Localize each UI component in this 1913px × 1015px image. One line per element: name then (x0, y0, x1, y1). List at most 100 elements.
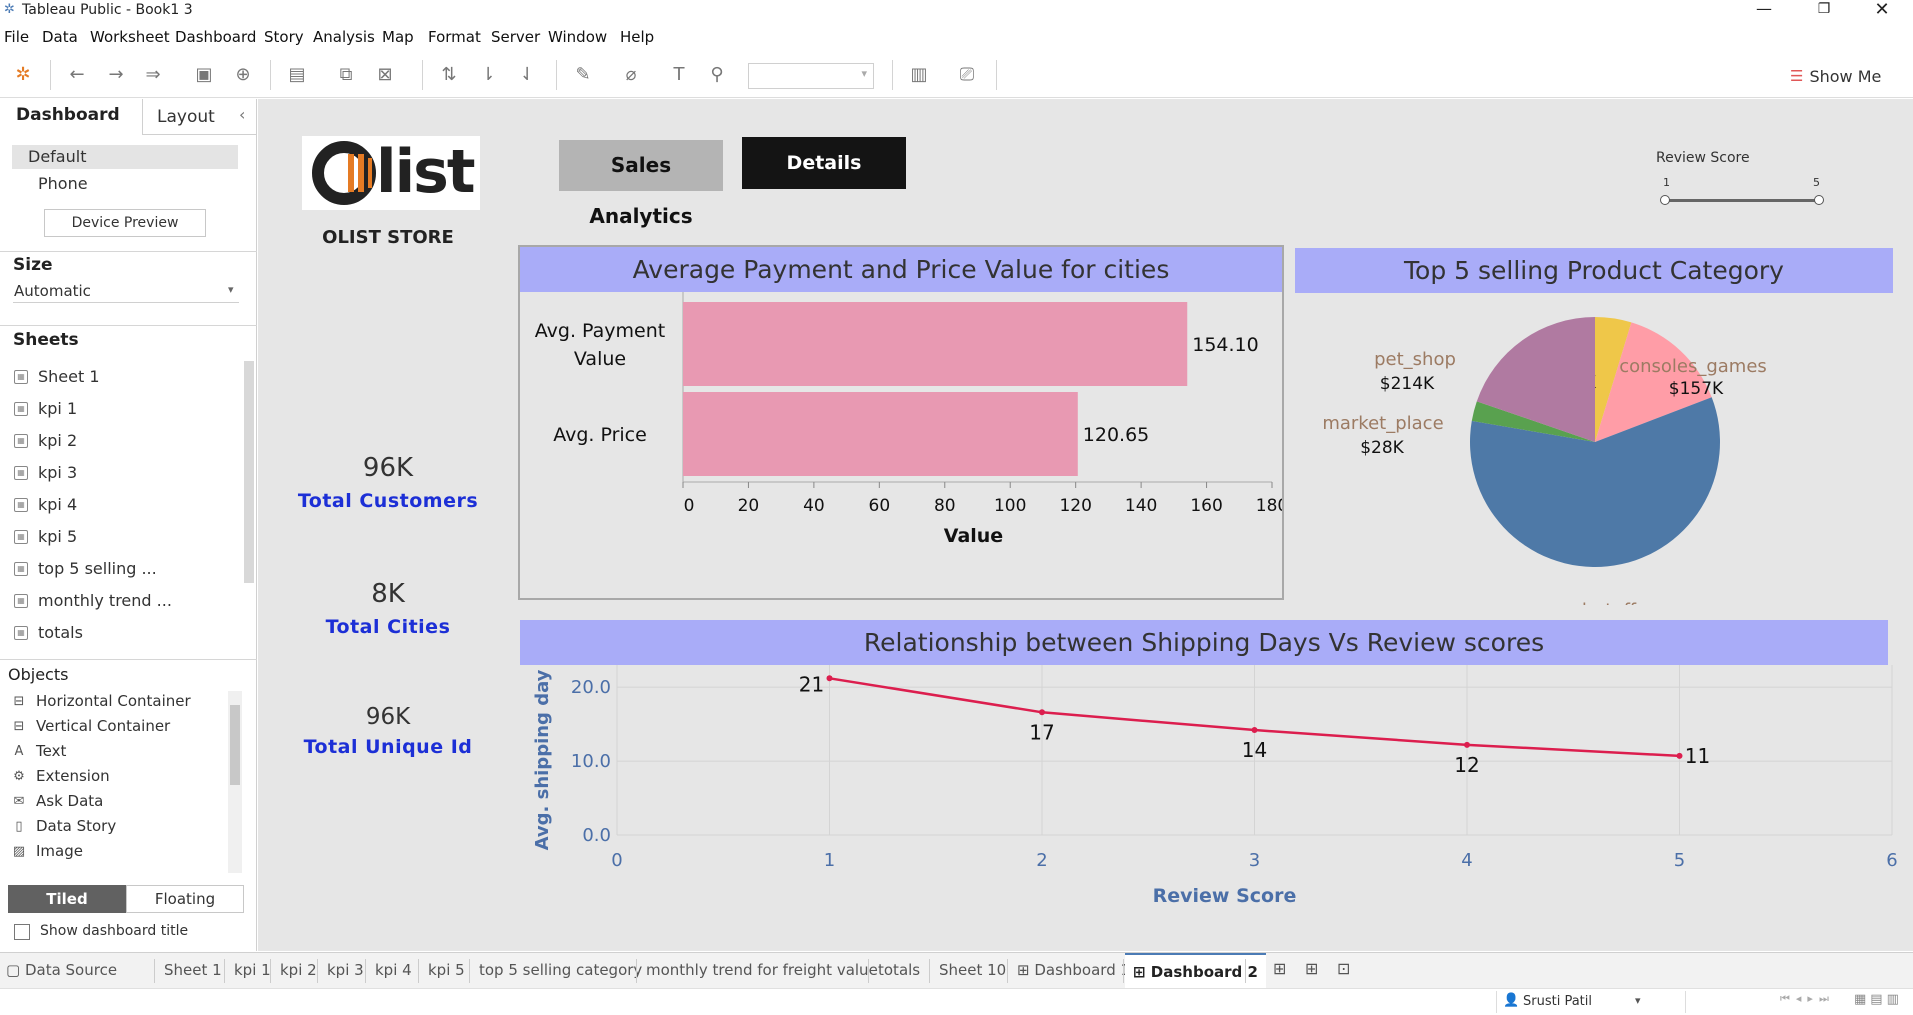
object-item[interactable]: ▨ Image (12, 842, 83, 860)
pin-icon[interactable]: ⚲ (704, 62, 730, 88)
restore-icon[interactable]: ❐ (1804, 1, 1844, 17)
sort-desc-icon[interactable]: ⇃ (514, 62, 540, 88)
sheet-item[interactable]: ▦ totals (14, 623, 83, 642)
menu-window[interactable]: Window (548, 28, 607, 46)
device-default[interactable]: Default (12, 145, 238, 169)
sheet-navigation-icons[interactable]: ⏮◂▸⏭ (1780, 992, 1835, 1006)
floating-button[interactable]: Floating (126, 885, 244, 913)
device-phone[interactable]: Phone (38, 174, 88, 193)
dashboard-icon: ⊞ (1017, 961, 1035, 979)
sheet-item[interactable]: ▦ kpi 1 (14, 399, 77, 418)
menu-worksheet[interactable]: Worksheet (90, 28, 170, 46)
collapse-icon[interactable]: ‹ (239, 105, 245, 124)
object-item[interactable]: A Text (12, 742, 67, 760)
menu-story[interactable]: Story (264, 28, 304, 46)
title-bar: ✲ Tableau Public - Book1 3 — ❐ ✕ (0, 0, 1913, 22)
size-dropdown[interactable]: Automatic ▾ (13, 281, 239, 303)
menu-data[interactable]: Data (42, 28, 78, 46)
sheets-scrollbar[interactable] (244, 361, 254, 583)
new-datasource-icon[interactable]: ⊕ (230, 62, 256, 88)
sheet-tab[interactable]: kpi 4 (367, 961, 412, 979)
bar-mark[interactable] (683, 392, 1078, 476)
close-icon[interactable]: ✕ (1862, 0, 1902, 20)
tab-layout[interactable]: Layout ‹ (142, 99, 257, 135)
menu-analysis[interactable]: Analysis (313, 28, 375, 46)
sheet-item[interactable]: ▦ kpi 5 (14, 527, 77, 546)
sheet-item[interactable]: ▦ kpi 4 (14, 495, 77, 514)
sheet-tab[interactable]: ⊞ Dashboard 1 (1009, 961, 1130, 979)
bar-mark[interactable] (683, 302, 1188, 386)
line-point[interactable] (1464, 741, 1470, 748)
show-cards-icon[interactable]: ▥ (906, 62, 932, 88)
device-preview-button[interactable]: Device Preview (44, 209, 206, 237)
highlight-icon[interactable]: ✎ (570, 62, 596, 88)
line-point[interactable] (826, 675, 833, 682)
pie-slice-value: $28K (1360, 438, 1404, 458)
sheet-item[interactable]: ▦ kpi 2 (14, 431, 77, 450)
objects-scrollbar[interactable] (228, 691, 242, 873)
sheet-tab[interactable]: kpi 3 (319, 961, 364, 979)
fit-dropdown[interactable]: ▾ (748, 63, 874, 89)
review-filter-handle-min[interactable] (1660, 195, 1670, 205)
menu-dashboard[interactable]: Dashboard (175, 28, 256, 46)
menu-map[interactable]: Map (382, 28, 414, 46)
view-mode-icons[interactable]: ▦▤▥ (1854, 992, 1903, 1007)
line-point[interactable] (1039, 709, 1045, 716)
replay-icon[interactable]: ⇒ (140, 62, 166, 88)
menu-help[interactable]: Help (620, 28, 654, 46)
sort-asc-icon[interactable]: ⇂ (475, 62, 501, 88)
save-icon[interactable]: ▣ (191, 62, 217, 88)
object-item[interactable]: ⚙ Extension (12, 767, 109, 785)
sheet-tab[interactable]: Sheet 10 (931, 961, 1006, 979)
line-point[interactable] (1251, 727, 1258, 734)
show-me-label: Show Me (1809, 66, 1882, 86)
group-icon[interactable]: ⌀ (618, 62, 644, 88)
sheet-item[interactable]: ▦ monthly trend ... (14, 591, 172, 610)
show-title-checkbox[interactable] (14, 924, 30, 940)
sheet-item[interactable]: ▦ kpi 3 (14, 463, 77, 482)
sheet-tab[interactable]: ▢ Data Source (6, 961, 117, 979)
sheet-tab-label: Data Source (24, 961, 118, 979)
tiled-button[interactable]: Tiled (8, 885, 126, 913)
clear-sheet-icon[interactable]: ⊠ (372, 62, 398, 88)
new-worksheet-tab-icon[interactable]: ⊞ (1273, 959, 1286, 978)
menu-file[interactable]: File (4, 28, 29, 46)
sheet-tab[interactable]: monthly trend for freight value (638, 961, 878, 979)
labels-icon[interactable]: T (666, 62, 692, 88)
line-x-tick-label: 0 (611, 850, 622, 871)
menu-server[interactable]: Server (491, 28, 540, 46)
review-filter-handle-max[interactable] (1814, 195, 1824, 205)
show-me-button[interactable]: ☰ Show Me (1790, 63, 1881, 89)
sheet-tab[interactable]: Sheet 1 (156, 961, 222, 979)
kpi-cities-value: 8K (371, 579, 405, 609)
new-dashboard-tab-icon[interactable]: ⊞ (1305, 959, 1318, 978)
object-item[interactable]: ⊟ Horizontal Container (12, 692, 191, 710)
presentation-icon[interactable]: ⎚ (954, 62, 980, 88)
sheet-item[interactable]: ▦ Sheet 1 (14, 367, 100, 386)
minimize-icon[interactable]: — (1744, 0, 1784, 18)
line-point-label: 17 (1029, 720, 1054, 744)
sheet-tab[interactable]: kpi 1 (226, 961, 271, 979)
swap-icon[interactable]: ⇅ (436, 62, 462, 88)
new-story-tab-icon[interactable]: ⊡ (1337, 959, 1350, 978)
tab-dashboard[interactable]: Dashboard (0, 99, 142, 135)
sheet-item[interactable]: ▦ top 5 selling ... (14, 559, 157, 578)
menu-format[interactable]: Format (428, 28, 481, 46)
redo-icon[interactable]: → (103, 62, 129, 88)
object-item[interactable]: ▯ Data Story (12, 817, 116, 835)
new-worksheet-icon[interactable]: ▤ (284, 62, 310, 88)
sheet-tab[interactable]: top 5 selling category (471, 961, 642, 979)
object-item[interactable]: ✉ Ask Data (12, 792, 104, 810)
object-item[interactable]: ⊟ Vertical Container (12, 717, 171, 735)
sales-analytics-button[interactable]: Sales Analytics (559, 140, 723, 228)
details-button[interactable]: Details (742, 137, 906, 189)
line-point[interactable] (1676, 752, 1683, 759)
sheet-tab[interactable]: kpi 2 (272, 961, 317, 979)
sheet-tab[interactable]: totals (870, 961, 920, 979)
duplicate-sheet-icon[interactable]: ⧉ (333, 62, 359, 88)
worksheet-icon: ▦ (14, 625, 28, 640)
tableau-home-icon[interactable]: ✲ (10, 62, 36, 88)
sheet-tab[interactable]: kpi 5 (420, 961, 465, 979)
user-menu[interactable]: 👤 Srusti Patil ▾ (1496, 991, 1686, 1013)
undo-icon[interactable]: ← (64, 62, 90, 88)
